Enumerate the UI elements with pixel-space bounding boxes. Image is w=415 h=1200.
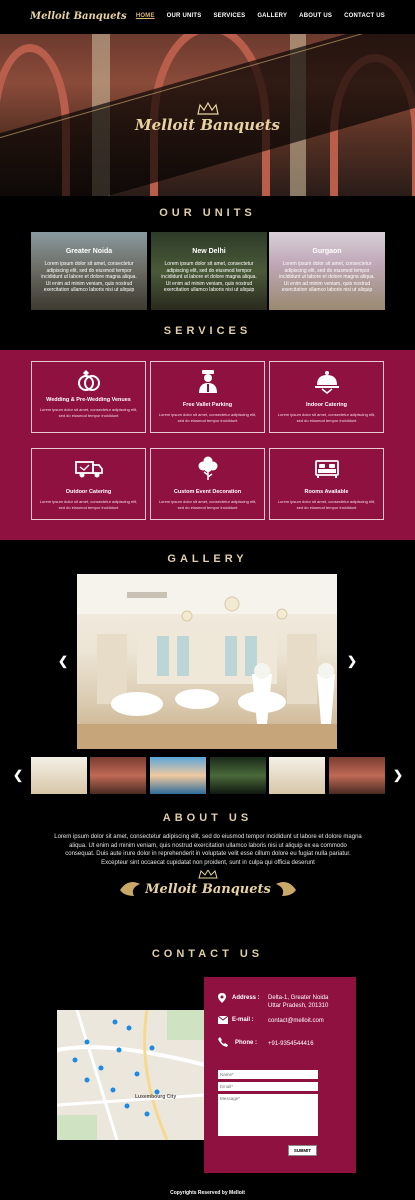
about-text: Lorem ipsum dolor sit amet, consectetur … — [54, 834, 362, 867]
unit-name: Gurgaon — [312, 248, 342, 255]
truck-icon — [74, 461, 103, 478]
service-label: Outdoor Catering — [65, 489, 112, 495]
gallery-prev-button[interactable]: ❮ — [58, 654, 68, 668]
service-card-rooms[interactable]: Rooms Available Lorem ipsum dolor sit am… — [269, 448, 384, 520]
banquet-hall-image — [77, 574, 337, 749]
service-card-indoor-catering[interactable]: Indoor Catering Lorem ipsum dolor sit am… — [269, 361, 384, 433]
unit-name: Greater Noida — [65, 248, 113, 255]
footer: Copyrights Reserved by Melloit — [0, 1180, 415, 1200]
gallery-title: GALLERY — [167, 553, 248, 565]
hero-banner: Melloit Banquets — [0, 34, 415, 196]
flower-icon — [198, 456, 217, 480]
location-map[interactable]: Luxembourg City — [57, 1010, 205, 1140]
service-label: Custom Event Decoration — [173, 489, 242, 495]
map-city-label: Luxembourg City — [135, 1094, 177, 1100]
email-label: E-mail : — [232, 1017, 254, 1023]
gallery-thumb[interactable] — [329, 757, 385, 794]
service-desc: Lorem ipsum dolor sit amet, consectetur … — [158, 412, 257, 423]
units-title: OUR UNITS — [159, 207, 256, 219]
contact-card: Address : Delta-1, Greater Noida Uttar P… — [204, 977, 356, 1173]
service-desc: Lorem ipsum dolor sit amet, consectetur … — [277, 412, 376, 423]
gallery-main-image — [77, 574, 337, 749]
service-card-wedding[interactable]: Wedding & Pre-Wedding Venues Lorem ipsum… — [31, 361, 146, 433]
phone-label: Phone : — [235, 1040, 257, 1046]
phone-value[interactable]: +91-9354544416 — [268, 1040, 314, 1048]
nav-our-units[interactable]: OUR UNITS — [167, 13, 202, 19]
map-image — [57, 1010, 205, 1140]
location-pin-icon — [218, 993, 226, 1003]
cloche-icon — [314, 371, 339, 394]
unit-desc: Lorem ipsum dolor sit amet, consectetur … — [41, 261, 137, 293]
nav-home[interactable]: HOME — [136, 13, 155, 19]
thumbs-prev-button[interactable]: ❮ — [13, 768, 23, 782]
gallery-thumb[interactable] — [210, 757, 266, 794]
message-field[interactable] — [218, 1094, 318, 1136]
service-desc: Lorem ipsum dolor sit amet, consectetur … — [39, 407, 138, 418]
crown-icon — [197, 102, 219, 115]
service-card-decoration[interactable]: Custom Event Decoration Lorem ipsum dolo… — [150, 448, 265, 520]
service-label: Indoor Catering — [306, 402, 347, 408]
nav-about-us[interactable]: ABOUT US — [299, 13, 332, 19]
footer-text: Copyrights Reserved by Melloit — [170, 1190, 245, 1196]
submit-button[interactable]: SUBMIT — [288, 1145, 317, 1156]
service-label: Rooms Available — [304, 489, 349, 495]
email-field[interactable] — [218, 1082, 318, 1091]
service-desc: Lorem ipsum dolor sit amet, consectetur … — [39, 499, 138, 510]
rings-icon — [77, 370, 100, 391]
phone-icon — [218, 1037, 228, 1047]
hero-title: Melloit Banquets — [134, 116, 280, 134]
email-value[interactable]: contact@melloit.com — [268, 1017, 324, 1025]
gallery-thumb[interactable] — [31, 757, 87, 794]
nav-logo[interactable]: Melloit Banquets — [30, 11, 127, 22]
gallery-next-button[interactable]: ❯ — [347, 654, 357, 668]
valet-icon — [198, 370, 217, 393]
name-field[interactable] — [218, 1070, 318, 1079]
service-desc: Lorem ipsum dolor sit amet, consectetur … — [277, 499, 376, 510]
service-card-valet[interactable]: Free Vallet Parking Lorem ipsum dolor si… — [150, 361, 265, 433]
unit-card-greater-noida[interactable]: Greater Noida Lorem ipsum dolor sit amet… — [31, 232, 147, 310]
service-label: Wedding & Pre-Wedding Venues — [46, 397, 131, 403]
nav-gallery[interactable]: GALLERY — [257, 13, 287, 19]
bed-icon — [314, 460, 339, 478]
gallery-thumb[interactable] — [90, 757, 146, 794]
address-value: Delta-1, Greater Noida Uttar Pradesh, 20… — [268, 995, 329, 1010]
nav-contact-us[interactable]: CONTACT US — [344, 13, 385, 19]
unit-desc: Lorem ipsum dolor sit amet, consectetur … — [279, 261, 375, 293]
unit-card-new-delhi[interactable]: New Delhi Lorem ipsum dolor sit amet, co… — [151, 232, 267, 310]
thumbs-next-button[interactable]: ❯ — [393, 768, 403, 782]
top-nav: Melloit Banquets HOME OUR UNITS SERVICES… — [0, 0, 415, 34]
about-title: ABOUT US — [162, 812, 253, 824]
unit-card-gurgaon[interactable]: Gurgaon Lorem ipsum dolor sit amet, cons… — [269, 232, 385, 310]
about-logo-text: Melloit Banquets — [145, 882, 271, 897]
about-logo: Melloit Banquets — [108, 870, 308, 900]
contact-title: CONTACT US — [151, 948, 264, 960]
email-icon — [218, 1016, 228, 1024]
address-label: Address : — [232, 995, 260, 1001]
service-desc: Lorem ipsum dolor sit amet, consectetur … — [158, 499, 257, 510]
services-title: SERVICES — [163, 325, 252, 337]
gallery-thumb[interactable] — [150, 757, 206, 794]
nav-links: HOME OUR UNITS SERVICES GALLERY ABOUT US… — [136, 13, 385, 19]
gallery-thumb[interactable] — [269, 757, 325, 794]
service-label: Free Vallet Parking — [182, 402, 233, 408]
service-card-outdoor-catering[interactable]: Outdoor Catering Lorem ipsum dolor sit a… — [31, 448, 146, 520]
nav-services[interactable]: SERVICES — [213, 13, 245, 19]
unit-desc: Lorem ipsum dolor sit amet, consectetur … — [161, 261, 257, 293]
unit-name: New Delhi — [192, 248, 226, 255]
